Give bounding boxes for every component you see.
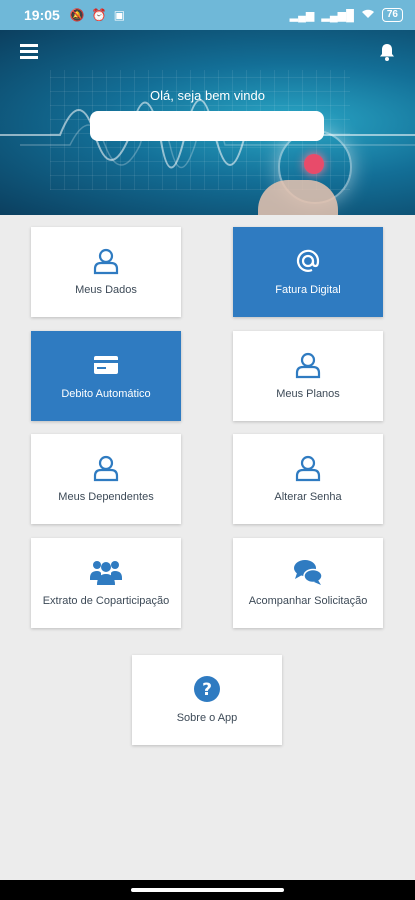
alarm-icon: ⏰ xyxy=(91,8,107,22)
app-notification-icon: ▣ xyxy=(113,8,126,22)
system-navigation-bar xyxy=(0,880,415,900)
hamburger-menu-icon[interactable] xyxy=(20,44,38,59)
user-icon xyxy=(295,455,321,482)
tile-label: Meus Dados xyxy=(75,284,137,296)
help-circle-icon: ? xyxy=(194,676,220,702)
tile-label: Meus Dependentes xyxy=(58,491,154,503)
user-icon xyxy=(93,248,119,275)
tile-fatura-digital[interactable]: Fatura Digital xyxy=(233,227,383,317)
tile-label: Acompanhar Solicitação xyxy=(248,595,368,607)
tile-meus-dependentes[interactable]: Meus Dependentes xyxy=(31,434,181,524)
user-icon xyxy=(93,455,119,482)
tile-label: Extrato de Coparticipação xyxy=(42,595,170,607)
header-banner: Olá, seja bem vindo xyxy=(0,30,415,215)
tile-label: Meus Planos xyxy=(276,388,340,400)
signal-icon-2: ▂▄▆█ xyxy=(321,9,354,22)
chat-bubbles-icon xyxy=(294,560,323,585)
tile-meus-dados[interactable]: Meus Dados xyxy=(31,227,181,317)
signal-icon: ▂▄▆ xyxy=(289,9,315,22)
user-name-redacted xyxy=(90,111,324,141)
tile-label: Sobre o App xyxy=(176,712,238,724)
user-icon xyxy=(295,352,321,379)
tile-extrato-coparticipacao[interactable]: Extrato de Coparticipação xyxy=(31,538,181,628)
svg-text:?: ? xyxy=(202,680,212,700)
bell-icon[interactable] xyxy=(377,42,397,62)
home-gesture-handle[interactable] xyxy=(131,888,284,892)
finger-decoration xyxy=(258,180,338,215)
status-time: 19:05 xyxy=(24,7,60,23)
welcome-text: Olá, seja bem vindo xyxy=(150,88,265,103)
heart-dot-icon xyxy=(304,154,324,174)
tile-debito-automatico[interactable]: Debito Automático xyxy=(31,331,181,421)
at-sign-icon xyxy=(296,249,320,272)
notification-muted-icon: 🔕 xyxy=(69,8,85,22)
battery-indicator: 76 xyxy=(381,8,403,22)
tile-sobre-o-app[interactable]: ? Sobre o App xyxy=(132,655,282,745)
group-icon xyxy=(90,561,122,585)
tile-label: Alterar Senha xyxy=(274,491,342,503)
tile-meus-planos[interactable]: Meus Planos xyxy=(233,331,383,421)
tile-acompanhar-solicitacao[interactable]: Acompanhar Solicitação xyxy=(233,538,383,628)
credit-card-icon xyxy=(94,356,118,374)
tile-alterar-senha[interactable]: Alterar Senha xyxy=(233,434,383,524)
tile-label: Debito Automático xyxy=(61,388,151,400)
tile-label: Fatura Digital xyxy=(275,284,341,296)
status-bar: 19:05 🔕 ⏰ ▣ ▂▄▆ ▂▄▆█ 76 xyxy=(0,0,415,30)
wifi-icon xyxy=(361,8,375,22)
